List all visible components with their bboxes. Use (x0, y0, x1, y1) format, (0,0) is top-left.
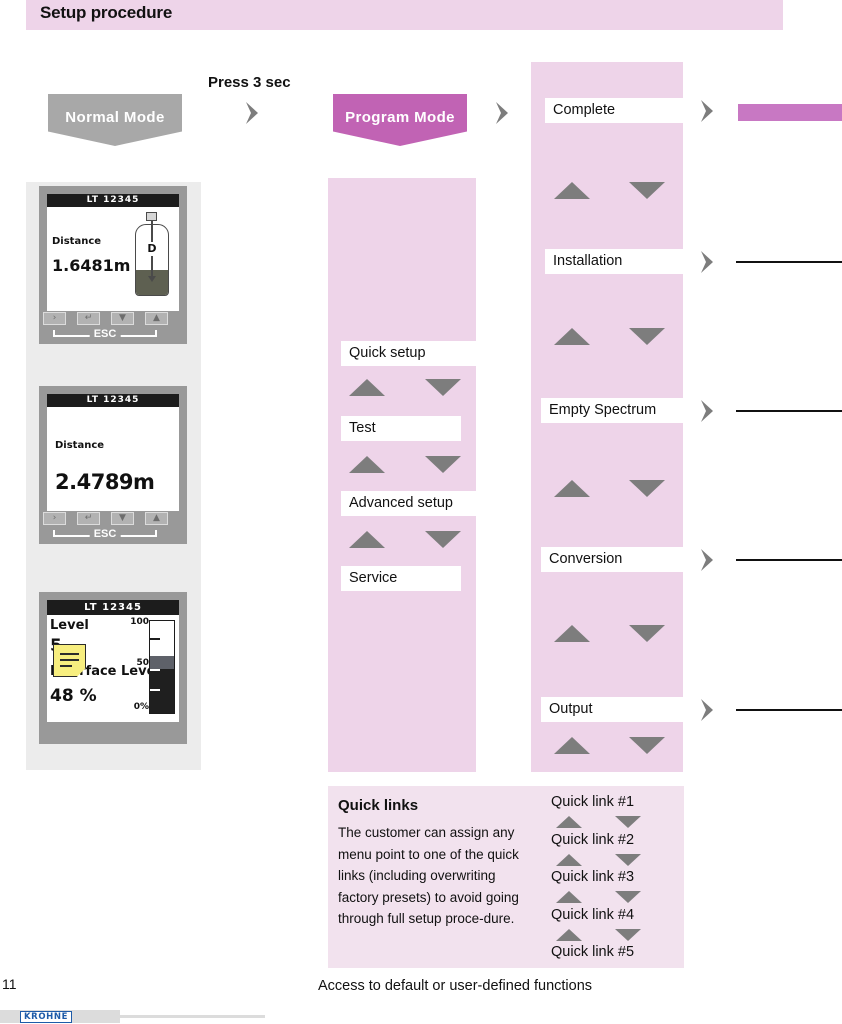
scroll-up-icon-s4[interactable] (554, 625, 590, 642)
quick-link-scroll-down-1[interactable] (615, 816, 641, 828)
menu-item-test[interactable]: Test (341, 416, 461, 441)
scroll-down-icon-s1[interactable] (629, 182, 665, 199)
scroll-up-icon-s1[interactable] (554, 182, 590, 199)
device-2-titlebar: LT 12345 (47, 394, 179, 407)
scroll-up-icon-s2[interactable] (554, 328, 590, 345)
menu-item-quick-setup[interactable]: Quick setup (341, 341, 476, 366)
quick-link-item-2[interactable]: Quick link #2 (551, 832, 634, 848)
chevron-right-icon-installation (697, 249, 719, 275)
scroll-down-icon-s2[interactable] (629, 328, 665, 345)
rail-line-output (736, 709, 842, 711)
scroll-up-icon-s3[interactable] (554, 480, 590, 497)
rail-line-installation (736, 261, 842, 263)
chevron-right-icon-conversion (697, 547, 719, 573)
gauge-label-0: 0% (133, 702, 149, 712)
chevron-right-icon-empty-spectrum (697, 398, 719, 424)
device-display-2: LT 12345 Distance 2.4789m › ↵ ▼ ▲ ESC (39, 386, 187, 544)
device-2-screen: LT 12345 Distance 2.4789m (47, 394, 179, 511)
program-menu-panel (328, 178, 476, 772)
device-1-button-right[interactable]: › (43, 312, 66, 325)
device-2-button-enter[interactable]: ↵ (77, 512, 100, 525)
device-2-button-down[interactable]: ▼ (111, 512, 134, 525)
device-2-esc-label: ESC (89, 528, 121, 540)
krohne-logo: KROHNE (20, 1011, 72, 1023)
quick-link-scroll-up-2[interactable] (556, 854, 582, 866)
scroll-up-icon-p2[interactable] (349, 456, 385, 473)
device-3-titlebar: LT 12345 (47, 600, 179, 615)
chevron-right-icon-1 (242, 100, 264, 126)
quick-link-scroll-up-3[interactable] (556, 891, 582, 903)
device-2-button-right[interactable]: › (43, 512, 66, 525)
distance-arrow-label: D (146, 242, 158, 256)
device-1-button-row: › ↵ ▼ ▲ (39, 312, 187, 328)
page-number: 11 (2, 976, 17, 992)
normal-mode-badge[interactable]: Normal Mode (48, 94, 182, 146)
menu-item-conversion[interactable]: Conversion (541, 547, 685, 572)
scroll-up-icon-p1[interactable] (349, 379, 385, 396)
scroll-down-icon-p2[interactable] (425, 456, 461, 473)
menu-item-complete[interactable]: Complete (545, 98, 685, 123)
quick-link-item-3[interactable]: Quick link #3 (551, 869, 634, 885)
program-mode-badge[interactable]: Program Mode (333, 94, 467, 146)
tank-graphic-icon: D (135, 212, 169, 300)
press-duration-label: Press 3 sec (208, 74, 291, 91)
quick-link-scroll-up-4[interactable] (556, 929, 582, 941)
rail-line-conversion (736, 559, 842, 561)
device-2-button-up[interactable]: ▲ (145, 512, 168, 525)
chevron-right-icon-2 (492, 100, 514, 126)
quick-links-description: The customer can assign any menu point t… (338, 825, 519, 926)
device-3-level-label: Level (50, 618, 89, 633)
menu-item-service[interactable]: Service (341, 566, 461, 591)
device-1-esc-label: ESC (89, 328, 121, 340)
device-1-esc-bracket: ESC (53, 328, 157, 342)
rail-bar-complete (738, 104, 842, 121)
quick-link-item-5[interactable]: Quick link #5 (551, 944, 634, 960)
quick-link-scroll-down-3[interactable] (615, 891, 641, 903)
device-1-screen: LT 12345 Distance 1.6481m D (47, 194, 179, 311)
device-1-titlebar: LT 12345 (47, 194, 179, 207)
device-2-measure-value: 2.4789m (55, 470, 155, 494)
menu-item-installation[interactable]: Installation (545, 249, 685, 274)
scroll-down-icon-s3[interactable] (629, 480, 665, 497)
scroll-down-icon-s4[interactable] (629, 625, 665, 642)
scroll-up-icon-s5[interactable] (554, 737, 590, 754)
menu-item-output[interactable]: Output (541, 697, 685, 722)
quick-link-scroll-up-1[interactable] (556, 816, 582, 828)
device-1-measure-value: 1.6481m (52, 256, 131, 275)
level-gauge-icon (149, 620, 175, 714)
quick-link-item-1[interactable]: Quick link #1 (551, 794, 634, 810)
quick-link-scroll-down-2[interactable] (615, 854, 641, 866)
device-2-measure-label: Distance (55, 440, 105, 451)
sticky-note-icon (53, 644, 86, 677)
device-2-esc-bracket: ESC (53, 528, 157, 542)
scroll-down-icon-p3[interactable] (425, 531, 461, 548)
normal-mode-label: Normal Mode (65, 109, 165, 126)
quick-link-item-4[interactable]: Quick link #4 (551, 907, 634, 923)
scroll-up-icon-p3[interactable] (349, 531, 385, 548)
quick-links-title: Quick links (338, 797, 419, 814)
figure-caption: Access to default or user-defined functi… (0, 978, 842, 994)
device-1-measure-label: Distance (52, 236, 102, 247)
device-1-button-up[interactable]: ▲ (145, 312, 168, 325)
menu-item-advanced-setup[interactable]: Advanced setup (341, 491, 476, 516)
chevron-right-icon-complete (697, 98, 719, 124)
chevron-right-icon-output (697, 697, 719, 723)
scroll-down-icon-s5[interactable] (629, 737, 665, 754)
program-mode-label: Program Mode (345, 109, 455, 126)
gauge-label-100: 100 (130, 617, 149, 627)
device-1-button-enter[interactable]: ↵ (77, 312, 100, 325)
footer-rule (120, 1015, 265, 1018)
device-display-1: LT 12345 Distance 1.6481m D › ↵ ▼ ▲ ESC (39, 186, 187, 344)
device-3-interface-value: 48 % (50, 686, 97, 706)
rail-line-empty-spectrum (736, 410, 842, 412)
page-title: Setup procedure (40, 3, 173, 22)
scroll-down-icon-p1[interactable] (425, 379, 461, 396)
figure-caption-text: Access to default or user-defined functi… (317, 978, 593, 994)
menu-item-empty-spectrum[interactable]: Empty Spectrum (541, 398, 685, 423)
quick-link-scroll-down-4[interactable] (615, 929, 641, 941)
gauge-label-50: 50 (136, 658, 149, 668)
device-1-button-down[interactable]: ▼ (111, 312, 134, 325)
device-2-button-row: › ↵ ▼ ▲ (39, 512, 187, 528)
